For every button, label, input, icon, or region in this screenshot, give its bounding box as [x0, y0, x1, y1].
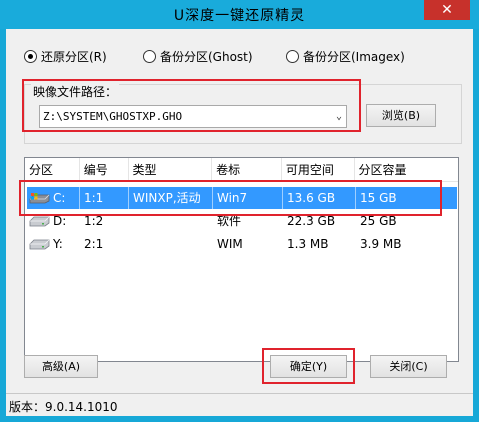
window-title: U深度一键还原精灵	[173, 8, 306, 24]
highlight-box-path	[22, 79, 361, 132]
drive-icon	[29, 239, 50, 250]
close-button[interactable]: 关闭(C)	[370, 355, 447, 378]
column-header[interactable]: 分区	[25, 158, 80, 182]
browse-button[interactable]: 浏览(B)	[366, 104, 436, 127]
column-header[interactable]: 卷标	[212, 158, 282, 182]
column-header[interactable]: 可用空间	[282, 158, 355, 182]
partition-size: 3.9 MB	[360, 237, 402, 251]
partition-free: 1.3 MB	[287, 237, 329, 251]
partition-number: 2:1	[84, 237, 104, 251]
partition-drive: Y:	[53, 237, 63, 251]
radio-label: 备份分区(Ghost)	[160, 49, 253, 64]
status-bar: 版本：9.0.14.1010	[6, 393, 473, 416]
radio-button[interactable]	[286, 49, 299, 63]
title-bar[interactable]: U深度一键还原精灵 ✕	[0, 0, 479, 29]
partition-label: WIM	[217, 237, 243, 251]
column-header[interactable]: 类型	[129, 158, 213, 182]
window-close-button[interactable]: ✕	[424, 0, 470, 20]
radio-restore-partition[interactable]: 还原分区(R)	[24, 48, 107, 64]
partition-type	[129, 233, 213, 255]
highlight-box-row	[19, 180, 442, 216]
table-header: 分区 编号 类型 卷标 可用空间 分区容量	[25, 158, 458, 182]
drive-icon	[29, 216, 50, 227]
radio-label: 备份分区(Imagex)	[303, 49, 405, 64]
column-header[interactable]: 编号	[80, 158, 129, 182]
partition-drive: D:	[53, 214, 67, 228]
radio-label: 还原分区(R)	[41, 49, 107, 64]
radio-button[interactable]	[143, 49, 156, 63]
main-panel: 还原分区(R) 备份分区(Ghost) 备份分区(Imagex) 映像文件路径：…	[6, 29, 473, 393]
table-row[interactable]: Y: 2:1 WIM 1.3 MB 3.9 MB	[27, 233, 457, 255]
app-window: U深度一键还原精灵 ✕ 还原分区(R) 备份分区(Ghost) 备份分区(Ima…	[0, 0, 479, 422]
advanced-button[interactable]: 高级(A)	[24, 355, 98, 378]
radio-backup-ghost[interactable]: 备份分区(Ghost)	[143, 48, 253, 64]
highlight-box-ok	[262, 348, 355, 384]
radio-button[interactable]	[24, 49, 37, 63]
radio-backup-imagex[interactable]: 备份分区(Imagex)	[286, 48, 405, 64]
column-header[interactable]: 分区容量	[355, 158, 459, 182]
version-text: 版本：9.0.14.1010	[9, 400, 118, 414]
